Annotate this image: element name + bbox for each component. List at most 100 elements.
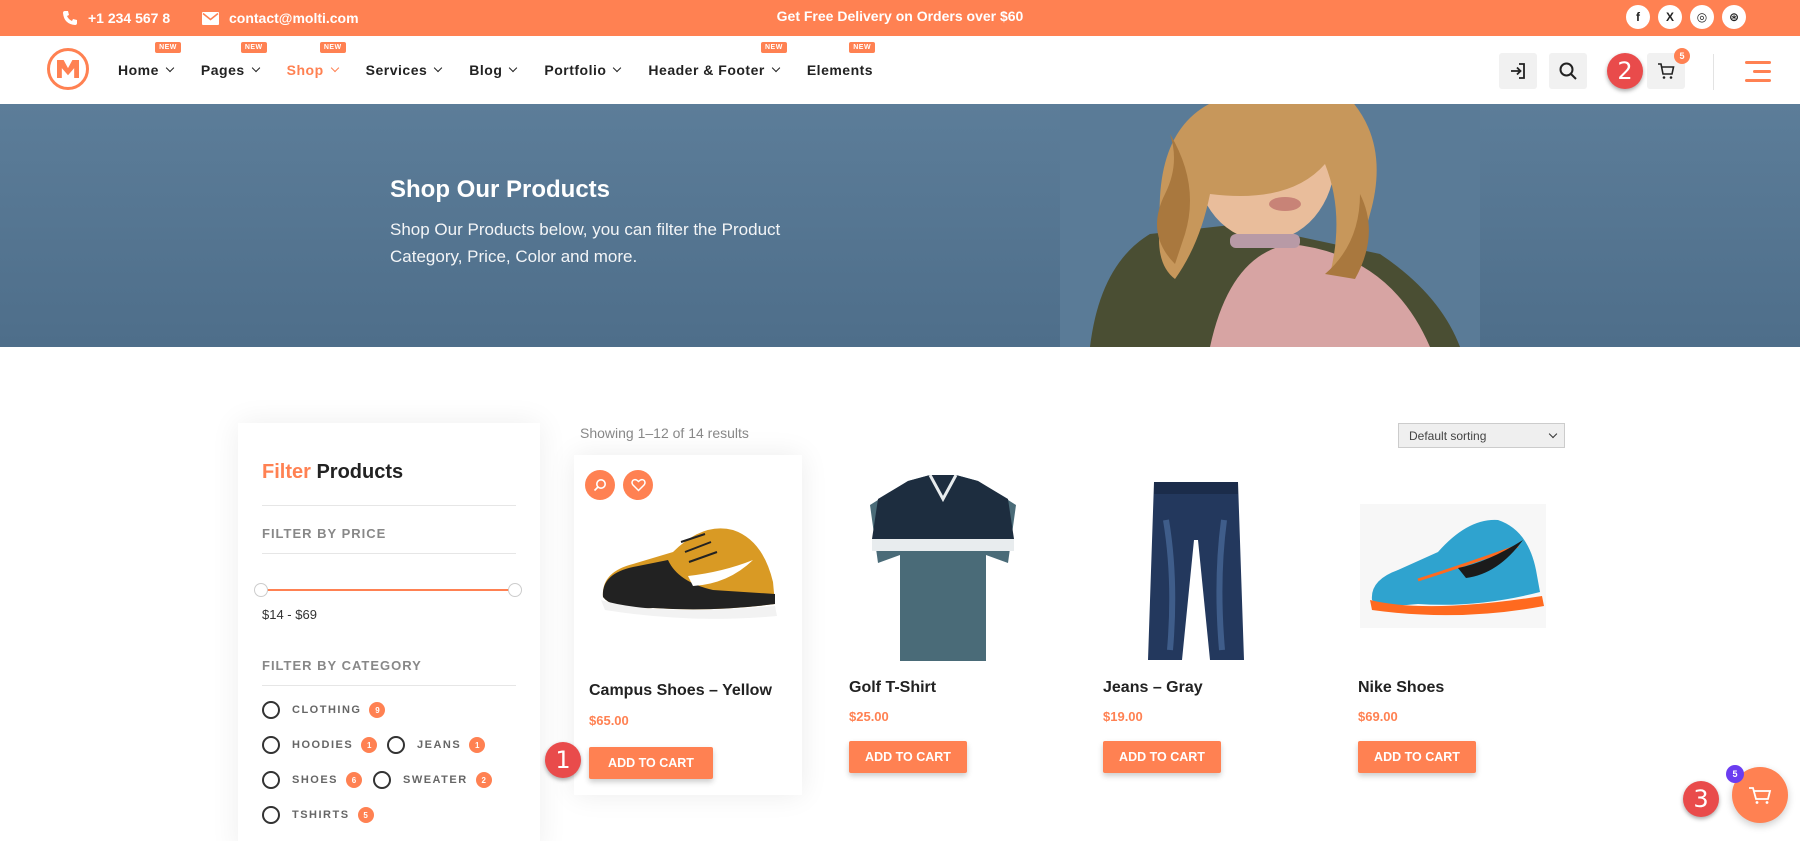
nav-label: Services xyxy=(365,62,428,78)
chevron-down-icon xyxy=(509,63,518,73)
promo-text: Get Free Delivery on Orders over $60 xyxy=(776,8,1024,24)
instagram-icon[interactable]: ◎ xyxy=(1690,5,1714,29)
radio-button[interactable] xyxy=(387,736,405,754)
category-label: SHOES xyxy=(292,774,339,786)
site-header: Home NEW Pages NEW Shop NEW Services Blo… xyxy=(0,36,1800,104)
chevron-down-icon xyxy=(165,63,175,73)
new-badge: NEW xyxy=(240,42,267,53)
floating-cart-count: 5 xyxy=(1726,765,1744,783)
cart-icon xyxy=(1658,63,1675,79)
product-price: $65.00 xyxy=(589,713,629,728)
add-to-cart-button[interactable]: ADD TO CART xyxy=(1103,741,1221,773)
product-price: $19.00 xyxy=(1103,709,1143,724)
product-name[interactable]: Campus Shoes – Yellow xyxy=(589,682,772,700)
chevron-down-icon xyxy=(613,63,622,73)
x-twitter-icon[interactable]: X xyxy=(1658,5,1682,29)
product-name[interactable]: Golf T-Shirt xyxy=(849,679,936,697)
radio-button[interactable] xyxy=(262,771,280,789)
nav-item-blog[interactable]: Blog xyxy=(469,62,518,78)
divider xyxy=(262,505,516,506)
category-count: 1 xyxy=(361,737,378,753)
new-badge: NEW xyxy=(155,42,181,53)
add-to-cart-button[interactable]: ADD TO CART xyxy=(1358,741,1476,773)
price-range-value: $14 - $69 xyxy=(262,607,317,622)
radio-button[interactable] xyxy=(262,806,280,824)
category-label: HOODIES xyxy=(292,739,354,751)
nav-label: Home xyxy=(118,62,159,78)
login-icon xyxy=(1511,63,1525,79)
nav-label: Elements xyxy=(806,62,874,78)
category-count: 2 xyxy=(475,772,492,788)
category-count: 6 xyxy=(346,772,363,788)
sort-selected-value: Default sorting xyxy=(1409,428,1487,443)
menu-line xyxy=(1753,70,1771,73)
site-logo[interactable] xyxy=(47,48,89,90)
radio-button[interactable] xyxy=(262,701,280,719)
product-image-campus-shoes[interactable] xyxy=(593,512,783,624)
category-count: 5 xyxy=(357,807,374,823)
product-price: $25.00 xyxy=(849,709,889,724)
menu-line xyxy=(1745,79,1771,82)
product-name[interactable]: Nike Shoes xyxy=(1358,679,1444,697)
nav-label: Header & Footer xyxy=(648,62,765,78)
category-count: 1 xyxy=(469,737,486,753)
dribbble-icon[interactable]: ⊛ xyxy=(1722,5,1746,29)
facebook-icon[interactable]: f xyxy=(1626,5,1650,29)
category-tshirts[interactable]: TSHIRTS 5 xyxy=(262,806,374,824)
hero-banner: Shop Our Products Shop Our Products belo… xyxy=(0,104,1800,347)
step-marker-1: 1 xyxy=(545,742,581,778)
category-clothing[interactable]: CLOTHING 9 xyxy=(262,701,386,719)
price-slider-track[interactable] xyxy=(262,589,516,591)
price-slider-min-handle[interactable] xyxy=(254,583,268,597)
category-shoes[interactable]: SHOES 6 xyxy=(262,771,363,789)
chevron-down-icon xyxy=(251,63,260,73)
nav-item-header-footer[interactable]: Header & Footer NEW xyxy=(648,42,787,78)
category-sweater[interactable]: SWEATER 2 xyxy=(373,771,492,789)
product-image-golf-tshirt[interactable] xyxy=(868,475,1018,665)
nav-label: Blog xyxy=(469,62,503,78)
cart-button[interactable]: 5 xyxy=(1647,48,1690,89)
filter-title: Filter Products xyxy=(262,461,403,484)
step-marker-3: 3 xyxy=(1683,781,1719,817)
results-count: Showing 1–12 of 14 results xyxy=(580,425,749,441)
wishlist-button[interactable] xyxy=(623,470,653,500)
nav-item-shop[interactable]: Shop NEW xyxy=(286,42,346,78)
category-jeans[interactable]: JEANS 1 xyxy=(387,736,486,754)
nav-item-services[interactable]: Services xyxy=(365,62,443,78)
nav-item-home[interactable]: Home NEW xyxy=(118,42,181,78)
header-divider xyxy=(1713,54,1714,90)
add-to-cart-button[interactable]: ADD TO CART xyxy=(589,747,713,779)
radio-button[interactable] xyxy=(262,736,280,754)
product-image-jeans[interactable] xyxy=(1146,480,1246,662)
logo-mark xyxy=(57,60,79,78)
hero-subtitle: Shop Our Products below, you can filter … xyxy=(390,220,781,266)
nav-item-elements[interactable]: Elements NEW xyxy=(806,42,876,78)
new-badge: NEW xyxy=(761,42,787,53)
menu-line xyxy=(1745,61,1771,64)
product-image-nike-shoes[interactable] xyxy=(1358,500,1548,632)
search-button[interactable] xyxy=(1549,53,1587,89)
hero-title: Shop Our Products xyxy=(390,176,611,203)
divider xyxy=(262,553,516,554)
menu-toggle-button[interactable] xyxy=(1745,61,1771,83)
search-icon xyxy=(1559,62,1577,80)
nav-item-portfolio[interactable]: Portfolio xyxy=(544,62,622,78)
category-count: 9 xyxy=(369,702,386,718)
quick-view-button[interactable] xyxy=(585,470,615,500)
nav-label: Shop xyxy=(286,62,324,78)
add-to-cart-button[interactable]: ADD TO CART xyxy=(849,741,967,773)
nav-item-pages[interactable]: Pages NEW xyxy=(201,42,267,78)
category-hoodies[interactable]: HOODIES 1 xyxy=(262,736,378,754)
social-links: f X ◎ ⊛ xyxy=(1626,5,1746,29)
price-slider-max-handle[interactable] xyxy=(508,583,522,597)
login-button[interactable] xyxy=(1499,53,1537,89)
radio-button[interactable] xyxy=(373,771,391,789)
product-card-hover[interactable] xyxy=(574,455,802,795)
divider xyxy=(262,685,516,686)
product-name[interactable]: Jeans – Gray xyxy=(1103,679,1203,697)
chevron-down-icon xyxy=(330,63,339,73)
model-photo xyxy=(1060,104,1480,347)
filter-title-rest: Products xyxy=(310,461,404,483)
sort-select[interactable]: Default sorting xyxy=(1398,423,1565,448)
price-filter-heading: FILTER BY PRICE xyxy=(262,526,387,541)
